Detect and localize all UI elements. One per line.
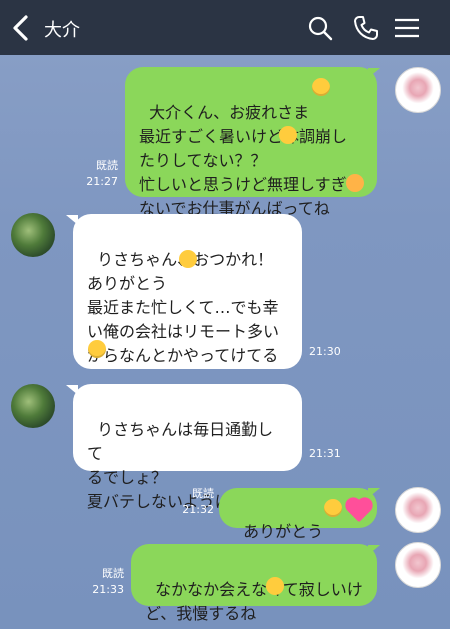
search-icon[interactable] [306, 14, 334, 42]
smiling-face-emoji-icon [312, 78, 330, 96]
pleading-face-emoji-icon [279, 126, 297, 144]
read-receipt: 既読 [102, 567, 124, 580]
message-time: 21:30 [309, 345, 341, 358]
message-text: りさちゃん、おつかれ！ ありがとう 最近また忙しくて…でも幸 い俺の会社はリモー… [87, 250, 280, 365]
contact-message-bubble[interactable]: りさちゃんは毎日通勤して るでしょ？ 夏バテしないようにね！ [73, 384, 302, 511]
chat-title: 大介 [44, 20, 80, 41]
read-receipt: 既読 [96, 159, 118, 172]
message-text: なかなか会えなくて寂しいけ ど、我慢するね [145, 580, 363, 623]
chevron-left-icon[interactable] [10, 14, 32, 42]
my-avatar[interactable] [395, 67, 441, 113]
read-receipt: 既読 [192, 487, 214, 500]
contact-avatar[interactable] [11, 213, 55, 257]
contact-message-bubble[interactable]: りさちゃん、おつかれ！ ありがとう 最近また忙しくて…でも幸 い俺の会社はリモー… [73, 214, 302, 369]
contact-avatar[interactable] [11, 384, 55, 428]
my-avatar[interactable] [395, 487, 441, 533]
message-status: 21:31 [309, 446, 341, 462]
hamburger-menu-icon[interactable] [394, 14, 420, 42]
crying-face-emoji-icon [179, 250, 197, 268]
message-text: 大介くん、お疲れさま 最近すごく暑いけど体調崩し たりしてない？？ 忙しいと思う… [139, 103, 348, 218]
message-text: ありがとう [243, 522, 324, 541]
smiling-face-emoji-icon [88, 340, 106, 358]
message-status: 21:30 [309, 344, 341, 360]
message-time: 21:27 [86, 175, 118, 188]
smiling-hearts-emoji-icon [346, 174, 364, 192]
message-status: 既読 21:32 [178, 486, 214, 518]
message-status: 既読 21:33 [88, 566, 124, 598]
chat-header: 大介 [0, 0, 450, 55]
phone-icon[interactable] [352, 14, 380, 42]
message-status: 既読 21:27 [82, 158, 118, 190]
message-time: 21:32 [182, 503, 214, 516]
my-message-bubble[interactable]: 大介くん、お疲れさま 最近すごく暑いけど体調崩し たりしてない？？ 忙しいと思う… [125, 67, 377, 218]
pleading-face-emoji-icon [266, 577, 284, 595]
my-avatar[interactable] [395, 542, 441, 588]
message-time: 21:31 [309, 447, 341, 460]
my-message-bubble[interactable]: なかなか会えなくて寂しいけ ど、我慢するね [131, 544, 377, 623]
smiling-face-emoji-icon [324, 499, 342, 517]
message-time: 21:33 [92, 583, 124, 596]
